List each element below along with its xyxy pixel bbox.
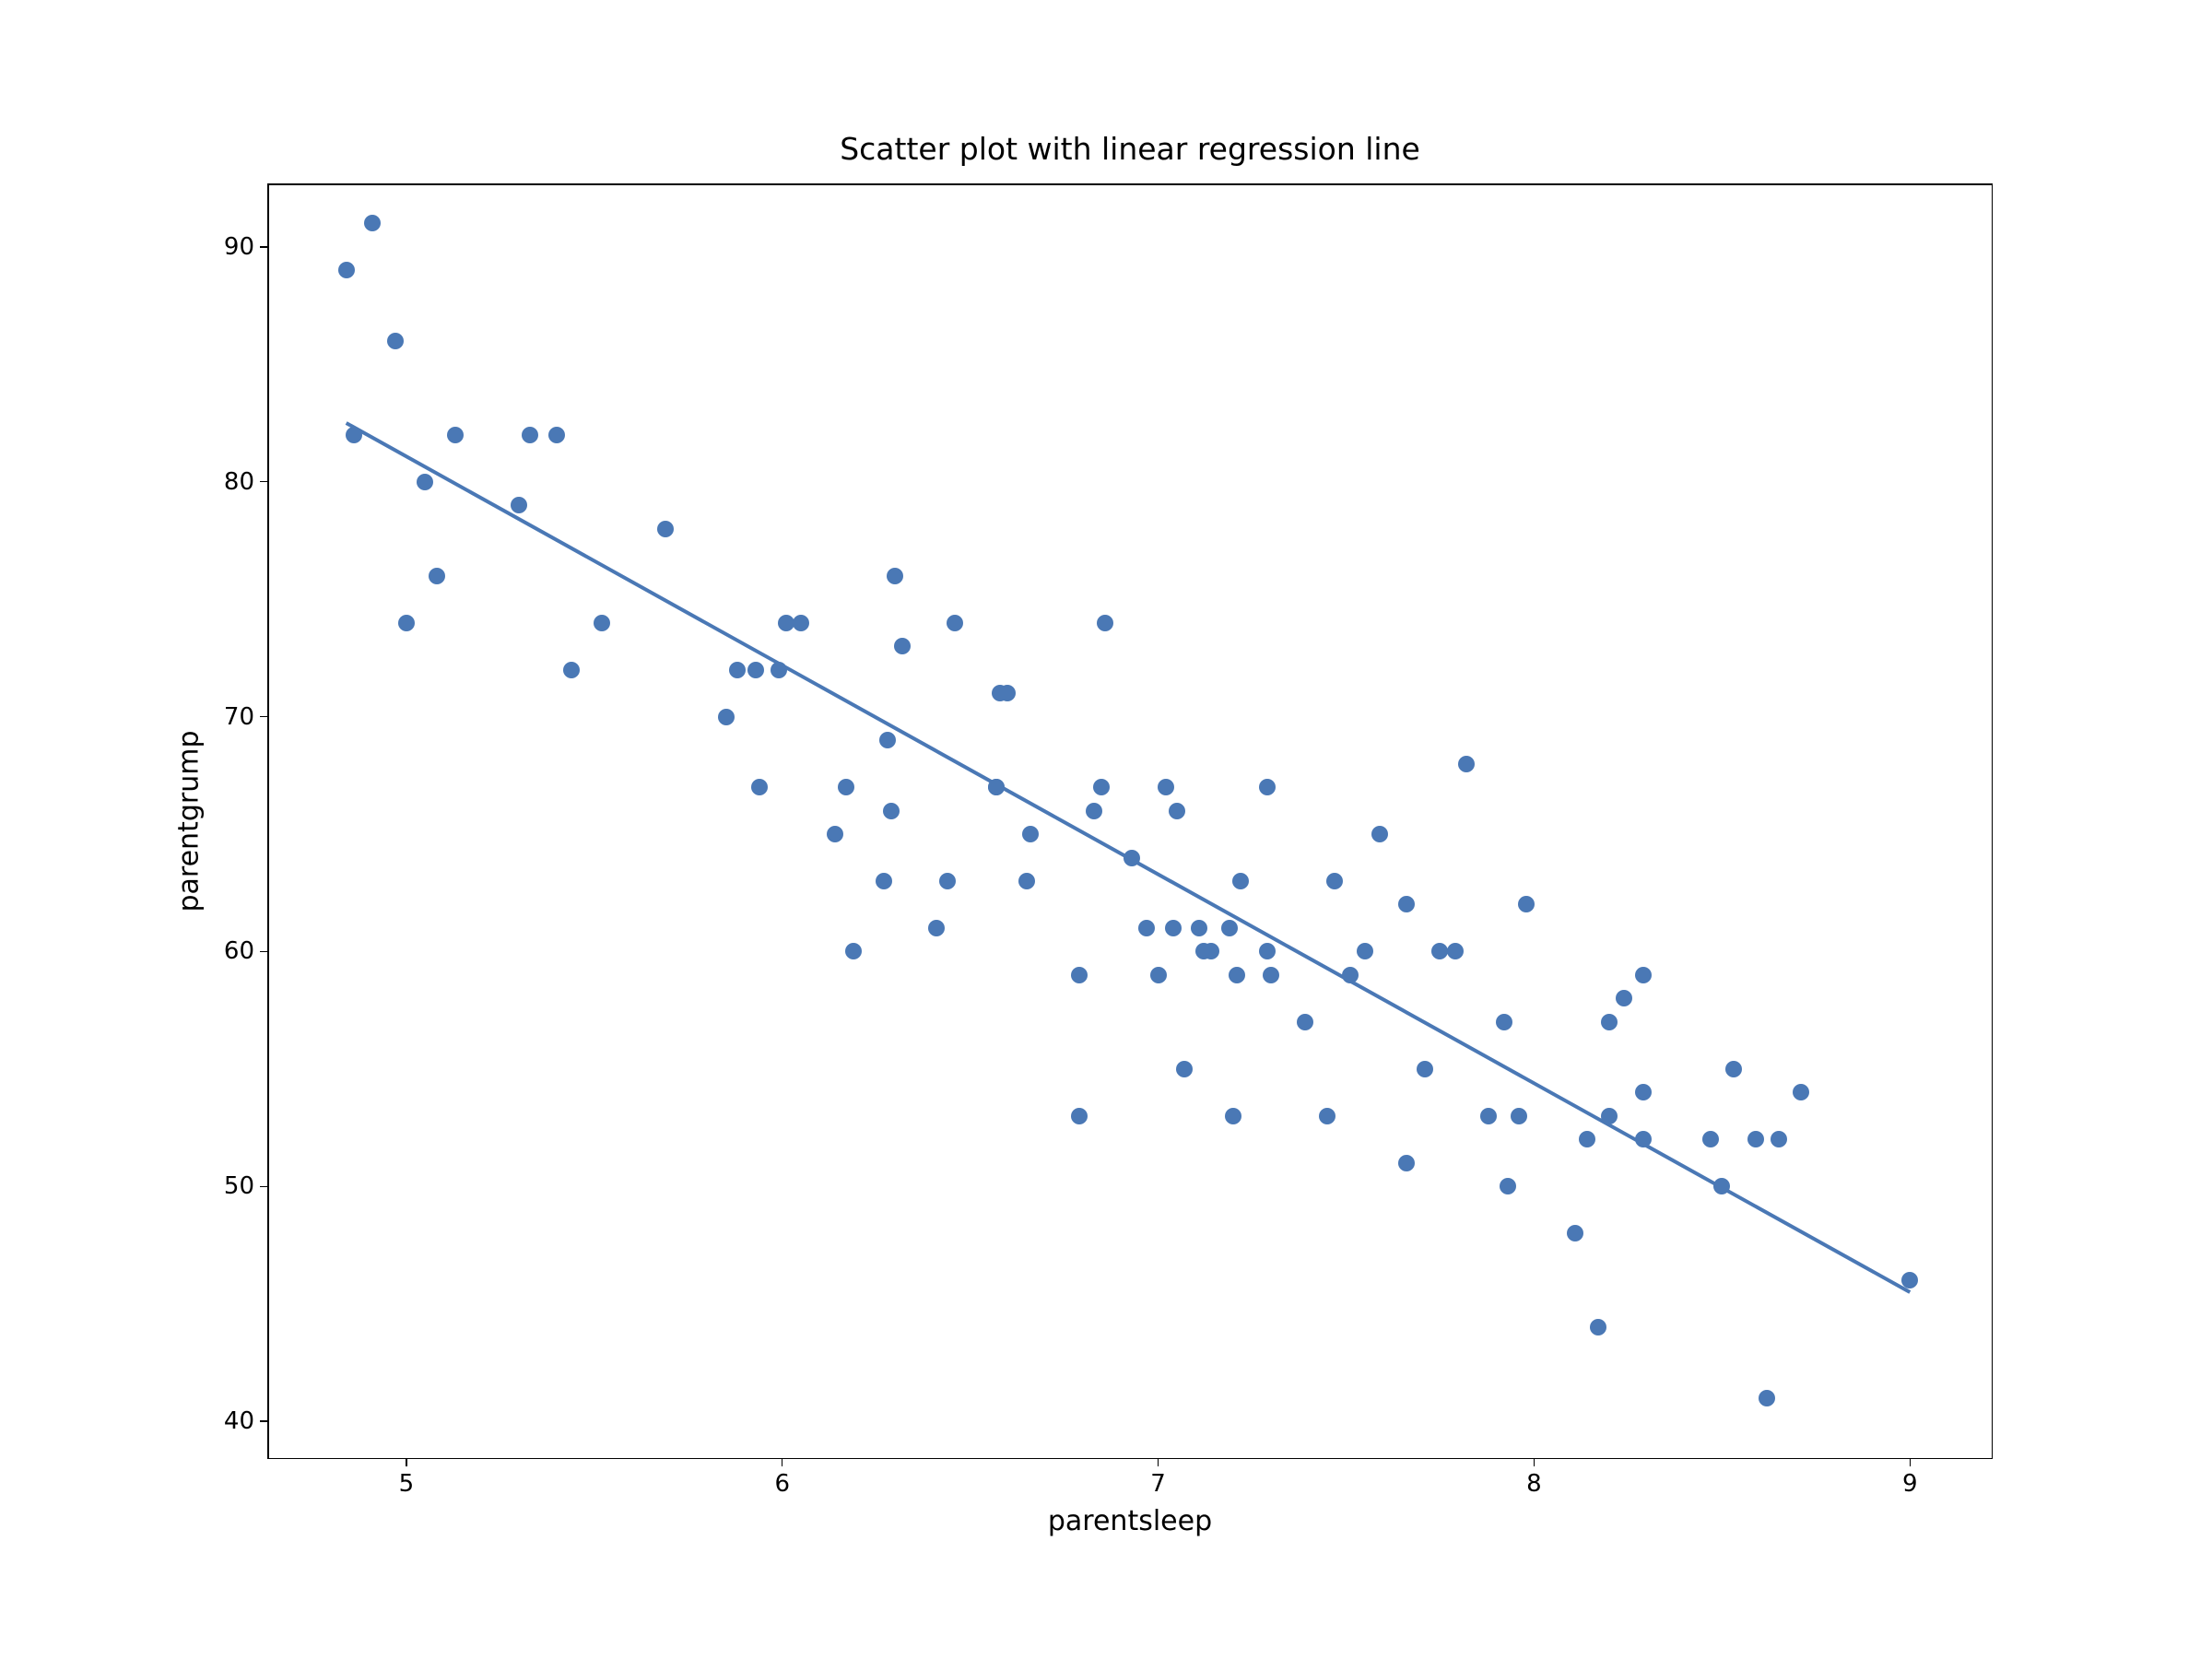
y-tick-label: 40 <box>224 1407 254 1435</box>
y-axis-label: parentgrump <box>173 731 206 912</box>
data-point <box>1496 1014 1512 1030</box>
data-point <box>887 568 903 584</box>
data-point <box>1398 1155 1415 1171</box>
data-point <box>548 427 565 443</box>
y-tick-mark <box>260 481 267 483</box>
data-point <box>1342 967 1359 983</box>
data-point <box>429 568 445 584</box>
x-tick-mark <box>1534 1459 1535 1466</box>
data-point <box>928 920 945 936</box>
x-tick-label: 6 <box>774 1470 790 1498</box>
figure: 56789 405060708090 Scatter plot with lin… <box>0 0 2212 1659</box>
x-tick-label: 5 <box>399 1470 415 1498</box>
x-tick-mark <box>782 1459 783 1466</box>
data-point <box>1086 803 1102 819</box>
data-point <box>771 662 787 678</box>
data-point <box>338 262 355 278</box>
data-point <box>1601 1108 1618 1124</box>
data-point <box>1071 967 1088 983</box>
data-point <box>1259 779 1276 795</box>
y-tick-mark <box>260 951 267 953</box>
x-tick-label: 9 <box>1902 1470 1918 1498</box>
data-point <box>1176 1061 1193 1077</box>
data-point <box>1150 967 1167 983</box>
x-tick-mark <box>1910 1459 1912 1466</box>
data-point <box>1458 756 1475 772</box>
y-tick-label: 60 <box>224 937 254 965</box>
x-tick-mark <box>1158 1459 1159 1466</box>
data-point <box>417 474 433 490</box>
y-tick-label: 90 <box>224 233 254 261</box>
data-point <box>876 873 892 889</box>
data-point <box>793 615 809 631</box>
data-point <box>1319 1108 1335 1124</box>
y-tick-mark <box>260 246 267 248</box>
y-tick-label: 50 <box>224 1172 254 1200</box>
data-point <box>1124 850 1140 866</box>
x-tick-mark <box>406 1459 407 1466</box>
data-point <box>883 803 900 819</box>
data-point <box>838 779 854 795</box>
data-point <box>1071 1108 1088 1124</box>
data-point <box>1225 1108 1241 1124</box>
data-point <box>1297 1014 1313 1030</box>
data-point <box>827 826 843 842</box>
y-tick-mark <box>260 1420 267 1422</box>
x-tick-label: 8 <box>1526 1470 1542 1498</box>
data-point <box>447 427 464 443</box>
x-axis-label: parentsleep <box>1048 1505 1212 1537</box>
data-point <box>563 662 580 678</box>
data-point <box>1263 967 1279 983</box>
data-point <box>387 333 404 349</box>
y-tick-label: 80 <box>224 468 254 496</box>
y-tick-mark <box>260 1186 267 1188</box>
data-point <box>778 615 794 631</box>
data-point <box>1635 967 1652 983</box>
data-point <box>1018 873 1035 889</box>
data-point <box>1590 1319 1606 1335</box>
data-point <box>1771 1131 1787 1147</box>
data-point <box>729 662 746 678</box>
data-point <box>346 427 362 443</box>
data-point <box>1725 1061 1742 1077</box>
data-point <box>1579 1131 1595 1147</box>
data-point <box>1511 1108 1527 1124</box>
data-point <box>1221 920 1238 936</box>
data-point <box>1165 920 1182 936</box>
data-point <box>1022 826 1039 842</box>
regression-line <box>267 183 1993 1459</box>
data-point <box>1759 1390 1775 1406</box>
x-tick-label: 7 <box>1150 1470 1166 1498</box>
y-tick-label: 70 <box>224 703 254 731</box>
data-point <box>1417 1061 1433 1077</box>
data-point <box>398 615 415 631</box>
data-point <box>947 615 963 631</box>
y-tick-mark <box>260 716 267 718</box>
data-point <box>1635 1084 1652 1100</box>
data-point <box>747 662 764 678</box>
data-point <box>657 521 674 537</box>
data-point <box>879 732 896 748</box>
data-point <box>1635 1131 1652 1147</box>
data-point <box>594 615 610 631</box>
data-point <box>1169 803 1185 819</box>
data-point <box>1601 1014 1618 1030</box>
data-point <box>718 709 735 725</box>
chart-title: Scatter plot with linear regression line <box>840 131 1420 167</box>
data-point <box>1158 779 1174 795</box>
plot-area: 56789 405060708090 <box>267 183 1993 1459</box>
